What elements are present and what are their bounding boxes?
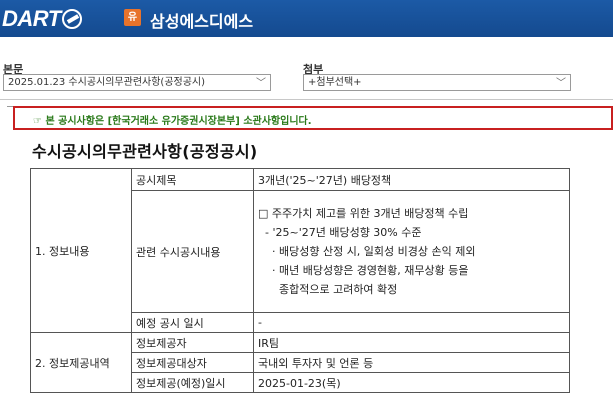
dart-logo-text: DART: [2, 5, 61, 31]
chevron-down-icon: ﹀: [556, 78, 566, 89]
main-doc-select-value: 2025.01.23 수시공시의무관련사항(공정공시): [8, 77, 206, 88]
notice-text: ☞ 본 공시사항은 [한국거래소 유가증권시장본부] 소관사항입니다.: [33, 116, 312, 127]
related-line: - '25~'27년 배당성향 30% 수준: [258, 226, 422, 239]
related-line: □ 주주가치 제고를 위한 3개년 배당정책 수립: [258, 207, 469, 220]
date-value: 2025-01-23(목): [253, 372, 570, 393]
date-label: 정보제공(예정)일시: [131, 372, 254, 393]
related-line: · 배당성향 산정 시, 일회성 비경상 손익 제외: [258, 245, 476, 258]
related-line: · 매년 배당성향은 경영현황, 재무상황 등을: [258, 264, 469, 277]
section-2-label: 2. 정보제공내역: [30, 332, 132, 393]
table-row: 2. 정보제공내역 정보제공자 IR팀: [30, 332, 570, 393]
disclosure-table: 1. 정보내용 공시제목 3개년('25~'27년) 배당정책 관련 수시공시내…: [30, 168, 570, 393]
notice-box: ☞ 본 공시사항은 [한국거래소 유가증권시장본부] 소관사항입니다.: [13, 106, 613, 130]
attachment-select-value: +첨부선택+: [308, 77, 362, 88]
table-row: 1. 정보내용 공시제목 3개년('25~'27년) 배당정책: [30, 168, 570, 333]
title-label: 공시제목: [131, 168, 254, 191]
planned-value: -: [253, 312, 570, 333]
related-line: 종합적으로 고려하여 확정: [258, 283, 398, 296]
dart-logo-mark-icon: [61, 8, 82, 29]
company-name: 삼성에스디에스: [150, 12, 254, 31]
provider-value: IR팀: [253, 332, 570, 353]
planned-label: 예정 공시 일시: [131, 312, 254, 333]
title-value: 3개년('25~'27년) 배당정책: [253, 168, 570, 191]
related-content: □ 주주가치 제고를 위한 3개년 배당정책 수립 - '25~'27년 배당성…: [253, 190, 570, 313]
target-value: 국내외 투자자 및 언론 등: [253, 352, 570, 373]
chevron-down-icon: ﹀: [256, 78, 266, 89]
attachment-select[interactable]: +첨부선택+ ﹀: [303, 74, 571, 91]
related-label: 관련 수시공시내용: [131, 190, 254, 313]
target-label: 정보제공대상자: [131, 352, 254, 373]
section-1-label: 1. 정보내용: [30, 168, 132, 333]
provider-label: 정보제공자: [131, 332, 254, 353]
document-title: 수시공시의무관련사항(공정공시): [32, 142, 258, 161]
dart-logo[interactable]: DART: [2, 6, 82, 31]
market-badge: 유: [124, 9, 141, 26]
top-header: DART 유 삼성에스디에스: [0, 0, 613, 37]
main-doc-select[interactable]: 2025.01.23 수시공시의무관련사항(공정공시) ﹀: [3, 74, 271, 91]
